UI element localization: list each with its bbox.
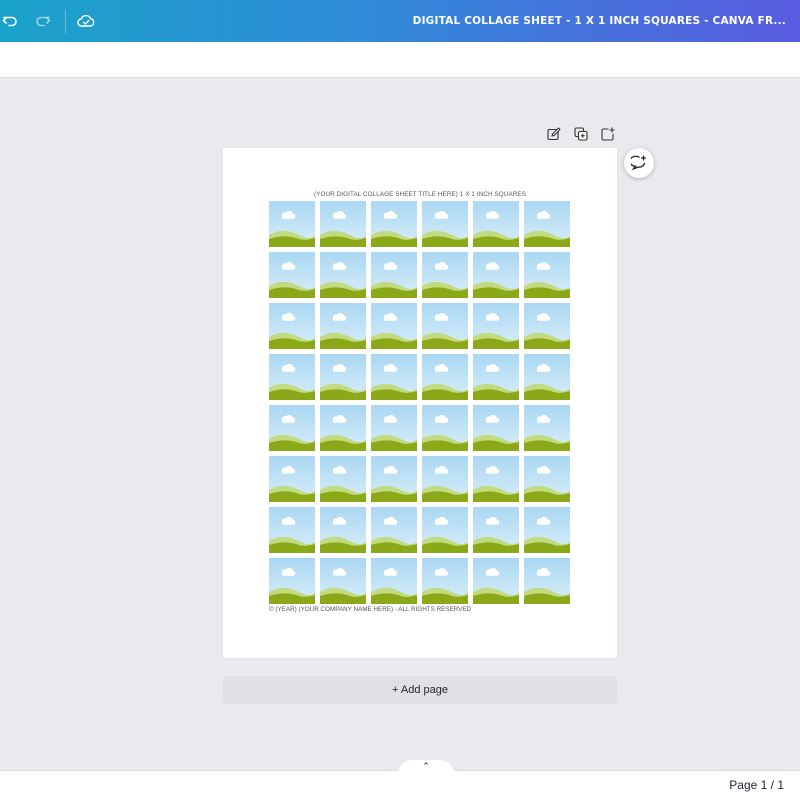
image-placeholder-icon[interactable] <box>371 354 417 400</box>
collapse-panel-button[interactable]: ⌃ <box>398 760 454 774</box>
image-placeholder-icon[interactable] <box>320 303 366 349</box>
image-placeholder-icon[interactable] <box>371 201 417 247</box>
image-placeholder-icon[interactable] <box>473 456 519 502</box>
image-placeholder-icon[interactable] <box>320 507 366 553</box>
image-placeholder-icon[interactable] <box>269 201 315 247</box>
image-placeholder-icon[interactable] <box>371 558 417 604</box>
image-placeholder-icon[interactable] <box>473 507 519 553</box>
image-placeholder-icon[interactable] <box>422 558 468 604</box>
image-placeholder-icon[interactable] <box>524 354 570 400</box>
image-placeholder-icon[interactable] <box>269 405 315 451</box>
add-page-button[interactable]: + Add page <box>223 676 617 704</box>
image-placeholder-icon[interactable] <box>524 303 570 349</box>
copyright-text[interactable]: © (YEAR) (YOUR COMPANY NAME HERE) - ALL … <box>269 606 471 613</box>
image-placeholder-icon[interactable] <box>371 507 417 553</box>
image-placeholder-grid <box>269 201 570 604</box>
sheet-title[interactable]: (YOUR DIGITAL COLLAGE SHEET TITLE HERE) … <box>223 191 617 198</box>
image-placeholder-icon[interactable] <box>473 558 519 604</box>
image-placeholder-icon[interactable] <box>473 303 519 349</box>
image-placeholder-icon[interactable] <box>371 303 417 349</box>
image-placeholder-icon[interactable] <box>524 507 570 553</box>
image-placeholder-icon[interactable] <box>473 405 519 451</box>
image-placeholder-icon[interactable] <box>371 405 417 451</box>
cloud-check-icon[interactable] <box>76 11 96 31</box>
image-placeholder-icon[interactable] <box>371 456 417 502</box>
image-placeholder-icon[interactable] <box>269 507 315 553</box>
comment-add-icon[interactable] <box>624 148 654 178</box>
image-placeholder-icon[interactable] <box>422 354 468 400</box>
image-placeholder-icon[interactable] <box>320 558 366 604</box>
image-placeholder-icon[interactable] <box>422 405 468 451</box>
image-placeholder-icon[interactable] <box>524 558 570 604</box>
image-placeholder-icon[interactable] <box>320 405 366 451</box>
undo-icon[interactable] <box>0 11 20 31</box>
image-placeholder-icon[interactable] <box>524 456 570 502</box>
top-header-bar: DIGITAL COLLAGE SHEET - 1 X 1 INCH SQUAR… <box>0 0 800 42</box>
redo-icon[interactable] <box>33 11 53 31</box>
image-placeholder-icon[interactable] <box>269 456 315 502</box>
page-actions <box>545 125 617 143</box>
image-placeholder-icon[interactable] <box>320 201 366 247</box>
image-placeholder-icon[interactable] <box>371 252 417 298</box>
image-placeholder-icon[interactable] <box>320 354 366 400</box>
add-page-icon[interactable] <box>599 125 617 143</box>
image-placeholder-icon[interactable] <box>320 456 366 502</box>
image-placeholder-icon[interactable] <box>422 507 468 553</box>
image-placeholder-icon[interactable] <box>320 252 366 298</box>
image-placeholder-icon[interactable] <box>524 252 570 298</box>
image-placeholder-icon[interactable] <box>422 201 468 247</box>
image-placeholder-icon[interactable] <box>524 405 570 451</box>
chevron-up-icon: ⌃ <box>422 762 430 772</box>
image-placeholder-icon[interactable] <box>269 354 315 400</box>
footer-bar <box>0 770 800 800</box>
edit-icon[interactable] <box>545 125 563 143</box>
document-title[interactable]: DIGITAL COLLAGE SHEET - 1 X 1 INCH SQUAR… <box>413 0 786 42</box>
page-indicator[interactable]: Page 1 / 1 <box>729 778 784 792</box>
image-placeholder-icon[interactable] <box>473 201 519 247</box>
image-placeholder-icon[interactable] <box>473 354 519 400</box>
editor-toolbar <box>0 42 800 78</box>
image-placeholder-icon[interactable] <box>422 252 468 298</box>
design-page[interactable]: (YOUR DIGITAL COLLAGE SHEET TITLE HERE) … <box>223 148 617 658</box>
image-placeholder-icon[interactable] <box>422 303 468 349</box>
image-placeholder-icon[interactable] <box>524 201 570 247</box>
duplicate-icon[interactable] <box>572 125 590 143</box>
image-placeholder-icon[interactable] <box>422 456 468 502</box>
image-placeholder-icon[interactable] <box>269 252 315 298</box>
image-placeholder-icon[interactable] <box>269 303 315 349</box>
image-placeholder-icon[interactable] <box>269 558 315 604</box>
image-placeholder-icon[interactable] <box>473 252 519 298</box>
header-divider <box>65 9 66 33</box>
